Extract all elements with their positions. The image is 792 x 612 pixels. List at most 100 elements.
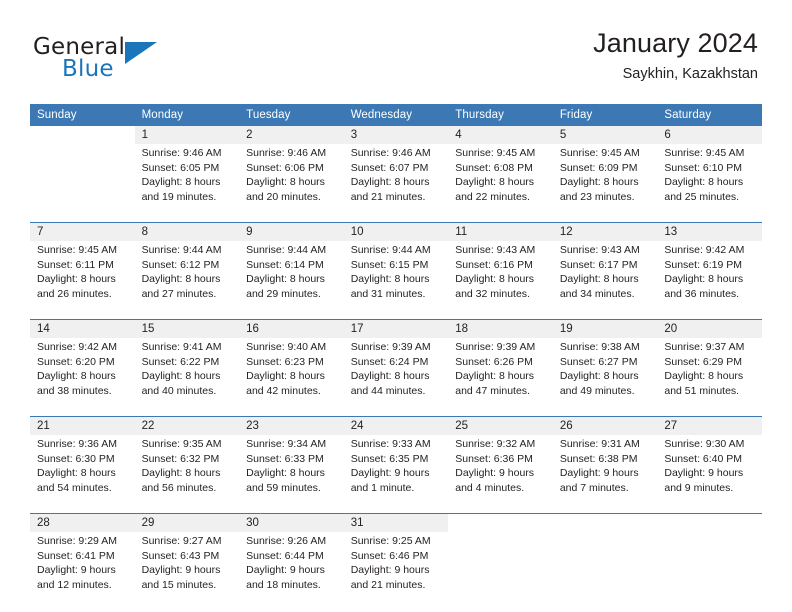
day-number-cell[interactable]: 14 bbox=[30, 319, 135, 338]
daylight-text-line1: Daylight: 8 hours bbox=[246, 467, 325, 480]
sunrise-text: Sunrise: 9:45 AM bbox=[37, 244, 117, 256]
sunrise-text: Sunrise: 9:26 AM bbox=[246, 535, 327, 547]
day-number-cell[interactable]: 9 bbox=[239, 222, 344, 241]
sunset-text: Sunset: 6:30 PM bbox=[37, 452, 115, 465]
day-number-cell[interactable]: 7 bbox=[30, 222, 135, 241]
daylight-text-line2: and 31 minutes. bbox=[350, 287, 426, 300]
week-row-detail: Sunrise: 9:46 AM Sunset: 6:05 PM Dayligh… bbox=[30, 144, 762, 223]
day-detail-cell: Sunrise: 9:36 AM Sunset: 6:30 PM Dayligh… bbox=[30, 435, 135, 514]
day-number-cell[interactable]: 27 bbox=[657, 416, 762, 435]
sunset-text: Sunset: 6:20 PM bbox=[37, 355, 115, 368]
sunset-text: Sunset: 6:16 PM bbox=[455, 258, 533, 271]
sunset-text: Sunset: 6:41 PM bbox=[37, 549, 115, 562]
day-number-cell[interactable]: 19 bbox=[552, 319, 658, 338]
daylight-text-line1: Daylight: 8 hours bbox=[559, 370, 639, 383]
sunset-text: Sunset: 6:14 PM bbox=[246, 258, 324, 271]
daylight-text-line2: and 38 minutes. bbox=[37, 384, 112, 397]
day-number-cell[interactable]: 6 bbox=[657, 126, 762, 144]
sunset-text: Sunset: 6:08 PM bbox=[455, 161, 533, 174]
daylight-text-line1: Daylight: 8 hours bbox=[559, 176, 639, 189]
day-number-cell[interactable]: 30 bbox=[239, 513, 344, 532]
daylight-text-line1: Daylight: 8 hours bbox=[141, 273, 221, 286]
day-number-cell[interactable]: 3 bbox=[343, 126, 449, 144]
day-number-cell[interactable]: 22 bbox=[134, 416, 240, 435]
title-block: January 2024 Saykhin, Kazakhstan bbox=[593, 26, 758, 84]
sunset-text: Sunset: 6:40 PM bbox=[664, 452, 743, 465]
sunset-text: Sunset: 6:27 PM bbox=[559, 355, 638, 368]
daylight-text-line2: and 40 minutes. bbox=[141, 384, 217, 397]
day-detail-cell: Sunrise: 9:45 AM Sunset: 6:08 PM Dayligh… bbox=[448, 144, 553, 223]
sunrise-text: Sunrise: 9:29 AM bbox=[37, 535, 117, 547]
day-number-cell[interactable]: 2 bbox=[239, 126, 344, 144]
daylight-text-line1: Daylight: 9 hours bbox=[246, 564, 325, 577]
day-number-cell[interactable]: 1 bbox=[134, 126, 240, 144]
day-number-cell[interactable]: 8 bbox=[134, 222, 240, 241]
daylight-text-line1: Daylight: 8 hours bbox=[664, 370, 744, 383]
sunset-text: Sunset: 6:17 PM bbox=[559, 258, 638, 271]
daylight-text-line1: Daylight: 8 hours bbox=[141, 370, 221, 383]
day-number-cell[interactable]: 21 bbox=[30, 416, 135, 435]
day-number-cell[interactable]: 10 bbox=[343, 222, 449, 241]
day-number-cell[interactable]: 24 bbox=[343, 416, 449, 435]
daylight-text-line1: Daylight: 8 hours bbox=[559, 273, 639, 286]
sunset-text: Sunset: 6:46 PM bbox=[350, 549, 429, 562]
day-detail-cell: Sunrise: 9:34 AM Sunset: 6:33 PM Dayligh… bbox=[239, 435, 344, 514]
week-row-detail: Sunrise: 9:36 AM Sunset: 6:30 PM Dayligh… bbox=[30, 435, 762, 514]
daylight-text-line1: Daylight: 8 hours bbox=[664, 273, 744, 286]
week-row-detail: Sunrise: 9:29 AM Sunset: 6:41 PM Dayligh… bbox=[30, 532, 762, 610]
day-number-cell[interactable]: 13 bbox=[657, 222, 762, 241]
day-number-cell[interactable]: 25 bbox=[448, 416, 553, 435]
sunset-text: Sunset: 6:15 PM bbox=[350, 258, 429, 271]
daylight-text-line1: Daylight: 8 hours bbox=[455, 176, 535, 189]
sunset-text: Sunset: 6:19 PM bbox=[664, 258, 743, 271]
daylight-text-line1: Daylight: 8 hours bbox=[37, 467, 116, 480]
day-number-cell[interactable]: 31 bbox=[343, 513, 449, 532]
day-detail-cell: Sunrise: 9:37 AM Sunset: 6:29 PM Dayligh… bbox=[657, 338, 762, 417]
day-number-cell[interactable]: 15 bbox=[134, 319, 240, 338]
day-number-cell[interactable]: 5 bbox=[552, 126, 658, 144]
day-number-cell bbox=[448, 513, 553, 532]
sunset-text: Sunset: 6:36 PM bbox=[455, 452, 533, 465]
sunrise-text: Sunrise: 9:43 AM bbox=[559, 244, 640, 256]
daylight-text-line1: Daylight: 8 hours bbox=[455, 273, 535, 286]
daylight-text-line2: and 22 minutes. bbox=[455, 190, 530, 203]
daylight-text-line2: and 20 minutes. bbox=[246, 190, 321, 203]
day-number-cell[interactable]: 28 bbox=[30, 513, 135, 532]
sunset-text: Sunset: 6:43 PM bbox=[141, 549, 220, 562]
sunrise-text: Sunrise: 9:44 AM bbox=[141, 244, 222, 256]
sunrise-text: Sunrise: 9:33 AM bbox=[350, 438, 431, 450]
day-number-cell[interactable]: 18 bbox=[448, 319, 553, 338]
sunset-text: Sunset: 6:23 PM bbox=[246, 355, 324, 368]
day-detail-cell: Sunrise: 9:32 AM Sunset: 6:36 PM Dayligh… bbox=[448, 435, 553, 514]
day-number-cell[interactable]: 29 bbox=[134, 513, 240, 532]
daylight-text-line2: and 36 minutes. bbox=[664, 287, 740, 300]
daylight-text-line1: Daylight: 8 hours bbox=[350, 273, 430, 286]
day-number-cell[interactable]: 26 bbox=[552, 416, 658, 435]
day-detail-cell: Sunrise: 9:41 AM Sunset: 6:22 PM Dayligh… bbox=[134, 338, 240, 417]
day-number-cell[interactable]: 4 bbox=[448, 126, 553, 144]
day-number-cell bbox=[30, 126, 135, 144]
day-number-cell[interactable]: 20 bbox=[657, 319, 762, 338]
weekday-header-friday: Friday bbox=[552, 104, 658, 126]
daylight-text-line1: Daylight: 8 hours bbox=[246, 273, 325, 286]
week-row-daynum: 1 2 3 4 5 6 bbox=[30, 126, 762, 144]
day-number-cell[interactable]: 23 bbox=[239, 416, 344, 435]
day-detail-cell: Sunrise: 9:40 AM Sunset: 6:23 PM Dayligh… bbox=[239, 338, 344, 417]
day-detail-cell: Sunrise: 9:38 AM Sunset: 6:27 PM Dayligh… bbox=[552, 338, 658, 417]
sunrise-text: Sunrise: 9:42 AM bbox=[37, 341, 117, 353]
day-number-cell[interactable]: 17 bbox=[343, 319, 449, 338]
location-subtitle: Saykhin, Kazakhstan bbox=[622, 66, 758, 82]
day-detail-cell bbox=[552, 532, 658, 610]
triangle-icon bbox=[125, 42, 157, 64]
daylight-text-line2: and 23 minutes. bbox=[559, 190, 635, 203]
day-number-cell[interactable]: 16 bbox=[239, 319, 344, 338]
day-number-cell[interactable]: 11 bbox=[448, 222, 553, 241]
brand-name-blue: Blue bbox=[62, 56, 114, 82]
sunrise-text: Sunrise: 9:27 AM bbox=[141, 535, 222, 547]
week-row-daynum: 28 29 30 31 bbox=[30, 513, 762, 532]
daylight-text-line2: and 49 minutes. bbox=[559, 384, 635, 397]
week-row-daynum: 21 22 23 24 25 26 27 bbox=[30, 416, 762, 435]
daylight-text-line2: and 18 minutes. bbox=[246, 578, 321, 591]
page-title: January 2024 bbox=[593, 28, 758, 58]
day-number-cell[interactable]: 12 bbox=[552, 222, 658, 241]
